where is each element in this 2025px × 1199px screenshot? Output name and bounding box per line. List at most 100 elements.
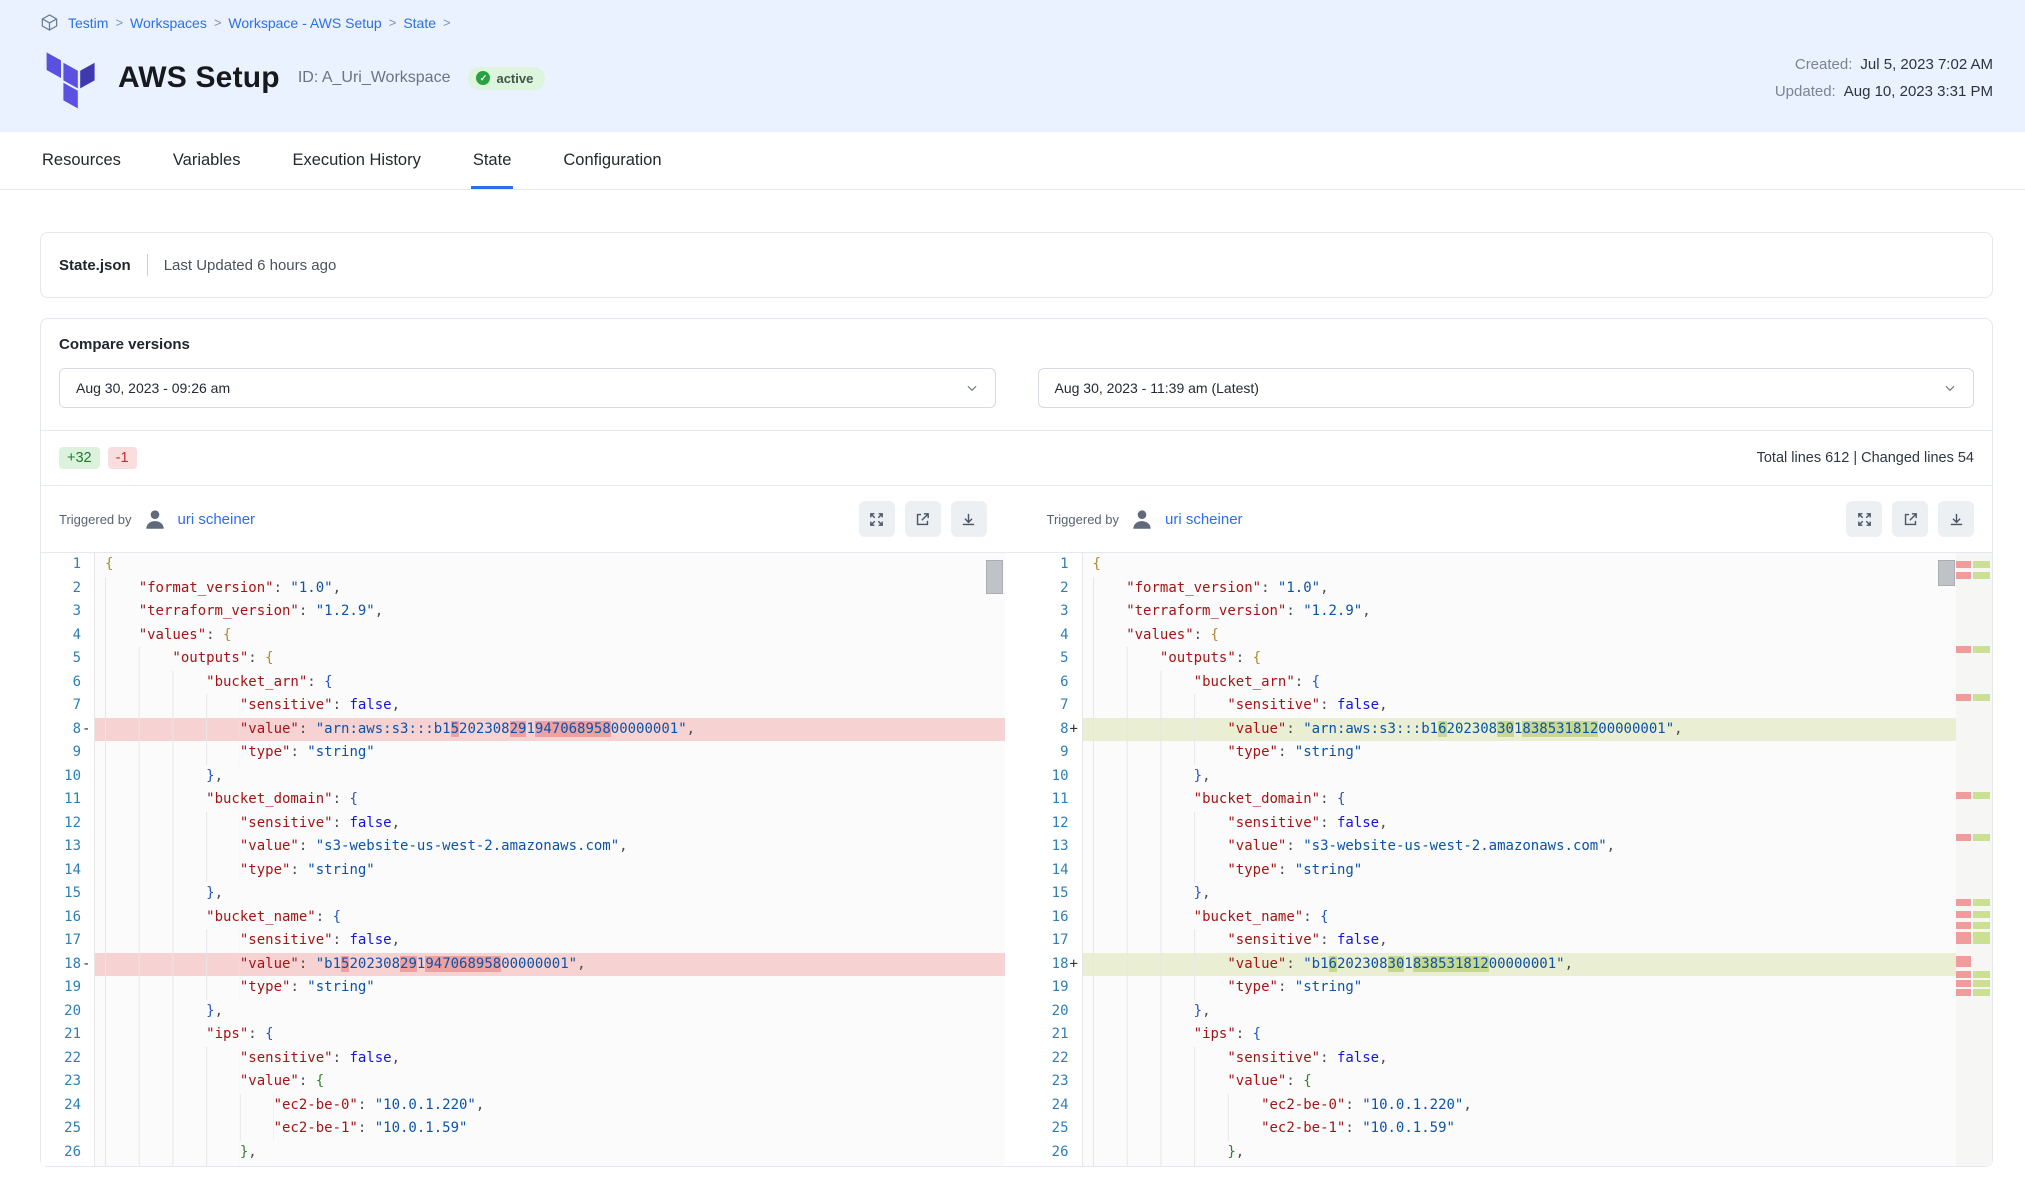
download-icon[interactable] (951, 501, 987, 537)
tab-state[interactable]: State (471, 132, 514, 189)
code-text: "type": "string" (94, 859, 1005, 883)
diff-marker (1069, 577, 1082, 601)
indent-guides (1093, 600, 1127, 624)
code-line: 19"type": "string" (41, 976, 1005, 1000)
triggered-by-user-link[interactable]: uri scheiner (178, 511, 256, 528)
expand-icon[interactable] (859, 501, 895, 537)
tab-configuration[interactable]: Configuration (561, 132, 663, 189)
line-number: 23 (41, 1070, 81, 1094)
breadcrumb-link[interactable]: Workspace - AWS Setup (228, 15, 381, 31)
line-number: 12 (1029, 812, 1069, 836)
diff-mark (1956, 911, 1990, 918)
version-select-right[interactable]: Aug 30, 2023 - 11:39 am (Latest) (1038, 368, 1975, 408)
line-number: 24 (1029, 1094, 1069, 1118)
right-pane-scrollbar[interactable] (1938, 560, 1955, 586)
indent-guides (1093, 835, 1228, 859)
diff-mark (1956, 932, 1990, 944)
indent-guides (1093, 647, 1160, 671)
triggered-by-label: Triggered by (1047, 512, 1120, 527)
indent-guides (105, 1164, 240, 1166)
code-text: "value": "b1620230830183853181200000001"… (1082, 953, 1993, 977)
code-text: { (1082, 553, 1993, 577)
indent-guides (1093, 624, 1127, 648)
chevron-down-icon (965, 381, 979, 395)
line-number: 22 (41, 1047, 81, 1071)
code-line: 20}, (41, 1000, 1005, 1024)
indent-guides (1093, 718, 1228, 742)
code-text: }, (94, 765, 1005, 789)
code-line: 9"type": "string" (41, 741, 1005, 765)
indent-guides (1093, 1023, 1194, 1047)
code-text: "values": { (1082, 624, 1993, 648)
line-number: 5 (41, 647, 81, 671)
chevron-down-icon (1943, 381, 1957, 395)
code-line: 2"format_version": "1.0", (1029, 577, 1993, 601)
indent-guides (1093, 1141, 1228, 1165)
diff-mark (1956, 971, 1990, 978)
code-line: 11"bucket_domain": { (1029, 788, 1993, 812)
code-line: 6"bucket_arn": { (41, 671, 1005, 695)
indent-guides (1093, 953, 1228, 977)
code-right: 1{2"format_version": "1.0",3"terraform_v… (1029, 553, 1993, 1166)
diff-marker (81, 765, 94, 789)
code-text: "ips": { (94, 1023, 1005, 1047)
download-icon[interactable] (1938, 501, 1974, 537)
line-number: 16 (1029, 906, 1069, 930)
line-number: 17 (1029, 929, 1069, 953)
code-text: }, (94, 882, 1005, 906)
external-link-icon[interactable] (905, 501, 941, 537)
diff-marker (81, 647, 94, 671)
breadcrumb-link[interactable]: Workspaces (130, 15, 207, 31)
diff-marker: + (1069, 718, 1082, 742)
code-line: 23"value": { (41, 1070, 1005, 1094)
expand-icon[interactable] (1846, 501, 1882, 537)
code-line: 17"sensitive": false, (41, 929, 1005, 953)
line-number: 22 (1029, 1047, 1069, 1071)
breadcrumb-link[interactable]: State (403, 15, 436, 31)
left-pane-scrollbar[interactable] (986, 560, 1003, 594)
diff-marker (1069, 812, 1082, 836)
indent-guides (1093, 1117, 1262, 1141)
line-number: 1 (41, 553, 81, 577)
status-label: active (496, 71, 533, 86)
tab-execution-history[interactable]: Execution History (290, 132, 422, 189)
version-select-left[interactable]: Aug 30, 2023 - 09:26 am (59, 368, 996, 408)
code-text: "format_version": "1.0", (94, 577, 1005, 601)
breadcrumb-link[interactable]: Testim (68, 15, 108, 31)
indent-guides (1093, 694, 1228, 718)
state-file-card: State.json Last Updated 6 hours ago (40, 232, 1993, 298)
triggered-by-label: Triggered by (59, 512, 132, 527)
external-link-icon[interactable] (1892, 501, 1928, 537)
indent-guides (1093, 1047, 1228, 1071)
code-line: 25"ec2-be-1": "10.0.1.59" (1029, 1117, 1993, 1141)
diff-marker: - (81, 953, 94, 977)
tab-variables[interactable]: Variables (171, 132, 243, 189)
code-text: "bucket_domain": { (1082, 788, 1993, 812)
triggered-by-user-link[interactable]: uri scheiner (1165, 511, 1243, 528)
diff-mark (1956, 572, 1990, 579)
diff-marker: + (1069, 953, 1082, 977)
diff-overview-strip[interactable] (1956, 553, 1992, 1166)
code-text: "outputs": { (1082, 647, 1993, 671)
code-line: 20}, (1029, 1000, 1993, 1024)
indent-guides (1093, 812, 1228, 836)
diff-marker (1069, 671, 1082, 695)
diff-marker (1069, 906, 1082, 930)
line-number: 13 (1029, 835, 1069, 859)
diff-marker (1069, 788, 1082, 812)
tab-resources[interactable]: Resources (40, 132, 123, 189)
diff-marker (81, 1047, 94, 1071)
code-line: 15}, (41, 882, 1005, 906)
code-text: "outputs": { (94, 647, 1005, 671)
diff-summary-row: +32 -1 Total lines 612 | Changed lines 5… (41, 430, 1992, 485)
line-number: 25 (41, 1117, 81, 1141)
compare-versions-title: Compare versions (59, 336, 1974, 353)
line-number: 19 (1029, 976, 1069, 1000)
code-text: "ips": { (1082, 1023, 1993, 1047)
line-number: 4 (41, 624, 81, 648)
updated-value: Aug 10, 2023 3:31 PM (1844, 83, 1993, 100)
indent-guides (1093, 906, 1194, 930)
diff-marker (81, 1117, 94, 1141)
line-number: 17 (41, 929, 81, 953)
line-number: 20 (1029, 1000, 1069, 1024)
